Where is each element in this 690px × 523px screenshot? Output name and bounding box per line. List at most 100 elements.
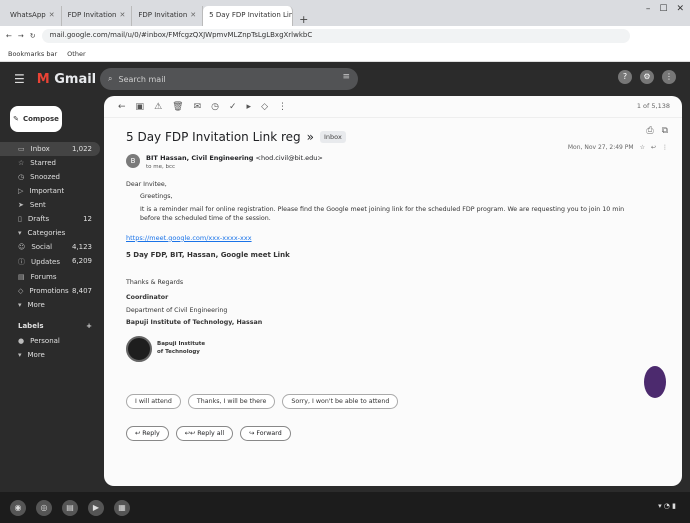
smart-reply-chip[interactable]: Sorry, I won't be able to attend xyxy=(282,394,399,409)
label-icon: ▷ xyxy=(18,187,24,195)
more-vert-icon[interactable]: ⋮ xyxy=(662,144,668,151)
sidebar-item-important[interactable]: ▷ Important xyxy=(0,184,100,198)
back-arrow-icon[interactable]: ← xyxy=(118,102,126,112)
system-tray[interactable]: ▾ ◔ ▮ xyxy=(658,502,676,510)
files-icon[interactable]: ▤ xyxy=(62,499,78,516)
close-icon[interactable]: ✕ xyxy=(190,11,196,26)
seal-line: of Technology xyxy=(157,348,200,355)
browser-tab-active[interactable]: 5 Day FDP Invitation Link reg...✕ xyxy=(203,6,294,26)
move-icon[interactable]: ▸ xyxy=(247,102,252,112)
back-icon[interactable]: ← xyxy=(6,32,12,40)
print-icon[interactable]: ⎙ xyxy=(646,126,653,136)
bookmarks-bar: Bookmarks bar Other xyxy=(0,46,690,62)
open-new-window-icon[interactable]: ⧉ xyxy=(662,126,668,136)
tab-label: FDP Invitation xyxy=(67,11,117,19)
meet-link[interactable]: https://meet.google.com/xxx-xxxx-xxx xyxy=(126,234,646,244)
star-icon[interactable]: ☆ xyxy=(640,144,645,151)
sidebar-item-inbox[interactable]: ▭ Inbox 1,022 xyxy=(0,142,100,156)
mark-unread-icon[interactable]: ✉ xyxy=(194,102,202,112)
nav-label: Social xyxy=(31,243,53,251)
snooze-icon[interactable]: ◷ xyxy=(211,102,219,112)
email-body: Dear Invitee, Greetings, It is a reminde… xyxy=(126,180,646,362)
sidebar-item-forums[interactable]: ▤ Forums xyxy=(0,270,100,284)
seal-line: Bapuji Institute xyxy=(157,341,206,348)
docs-icon[interactable]: ▦ xyxy=(114,499,130,516)
sidebar-item-sent[interactable]: ➤ Sent xyxy=(0,198,100,212)
play-store-icon[interactable]: ▶ xyxy=(88,499,104,516)
floating-assistant-button[interactable] xyxy=(644,366,666,398)
sidebar-item-snoozed[interactable]: ◷ Snoozed xyxy=(0,170,100,184)
browser-tab-bar: WhatsApp ✕ FDP Invitation ✕ FDP Invitation… xyxy=(0,0,690,26)
browser-tab[interactable]: WhatsApp ✕ xyxy=(4,6,62,26)
nav-count: 8,407 xyxy=(71,287,92,295)
importance-icon[interactable]: » xyxy=(307,130,314,144)
delete-icon[interactable]: 🗑 xyxy=(172,102,183,112)
nav-label: Drafts xyxy=(27,215,50,223)
settings-icon[interactable]: ⚙ xyxy=(640,70,654,84)
close-window-icon[interactable]: ✕ xyxy=(676,4,684,14)
label-icon[interactable]: ◇ xyxy=(261,102,268,112)
search-input[interactable]: ⌕ Search mail ≡ xyxy=(100,68,358,90)
add-task-icon[interactable]: ✓ xyxy=(229,102,237,112)
inbox-icon: ▭ xyxy=(18,145,25,153)
url-input[interactable]: mail.google.com/mail/u/0/#inbox/FMfcgzQX… xyxy=(41,29,630,43)
bookmark-item[interactable]: Bookmarks bar xyxy=(8,50,57,58)
sidebar-item-updates[interactable]: ⓘ Updates 6,209 xyxy=(0,254,100,270)
smart-reply-chip[interactable]: Thanks, I will be there xyxy=(187,394,276,409)
tab-label: 5 Day FDP Invitation Link reg... xyxy=(209,11,294,19)
sidebar-item-promotions[interactable]: ◇ Promotions 8,407 xyxy=(0,284,100,298)
minimize-icon[interactable]: – xyxy=(646,4,651,14)
browser-tab[interactable]: FDP Invitation ✕ xyxy=(62,6,133,26)
smart-replies: I will attend Thanks, I will be there So… xyxy=(126,394,399,409)
sender-name[interactable]: BIT Hassan, Civil Engineering xyxy=(146,154,253,162)
help-icon[interactable]: ? xyxy=(618,70,632,84)
menu-icon[interactable]: ☰ xyxy=(14,72,25,86)
close-icon[interactable]: ✕ xyxy=(49,11,55,26)
avatar[interactable]: B xyxy=(126,154,140,168)
filter-icon[interactable]: ≡ xyxy=(342,72,350,82)
new-tab-icon[interactable]: + xyxy=(293,13,314,26)
maximize-icon[interactable]: ☐ xyxy=(659,4,667,14)
reply-all-icon: ↩↩ xyxy=(184,430,198,437)
nav-label: Snoozed xyxy=(30,173,60,181)
message-pane: ← ▣ ⚠ 🗑 ✉ ◷ ✓ ▸ ◇ ⋮ 1 of 5,138 5 Day FDP… xyxy=(104,96,682,486)
more-vert-icon[interactable]: ⋮ xyxy=(278,102,287,112)
bookmark-item[interactable]: Other xyxy=(67,50,85,58)
close-icon[interactable]: ✕ xyxy=(120,11,126,26)
sidebar-label-item[interactable]: ● Personal xyxy=(0,334,100,348)
forward-button[interactable]: ↪ Forward xyxy=(240,426,291,441)
search-icon[interactable]: ⌕ xyxy=(108,74,112,84)
sidebar-item-starred[interactable]: ☆ Starred xyxy=(0,156,100,170)
sidebar-item-categories[interactable]: ▾ Categories xyxy=(0,226,100,240)
add-label-icon[interactable]: + xyxy=(86,322,92,330)
sender-block: B BIT Hassan, Civil Engineering <hod.civ… xyxy=(126,154,666,170)
archive-icon[interactable]: ▣ xyxy=(136,102,145,112)
smart-reply-chip[interactable]: I will attend xyxy=(126,394,181,409)
forward-icon[interactable]: → xyxy=(18,32,24,40)
more-icon: ▾ xyxy=(18,351,22,359)
draft-icon: ▯ xyxy=(18,215,22,223)
reply-button[interactable]: ↩ Reply xyxy=(126,426,169,441)
label-name: More xyxy=(27,351,45,359)
inbox-badge[interactable]: Inbox xyxy=(320,131,346,143)
compose-button[interactable]: ✎ Compose xyxy=(10,106,62,132)
sidebar-item-drafts[interactable]: ▯ Drafts 12 xyxy=(0,212,100,226)
sidebar-label-item[interactable]: ▾ More xyxy=(0,348,100,362)
reply-icon[interactable]: ↩ xyxy=(651,144,656,151)
sidebar-item-more[interactable]: ▾ More xyxy=(0,298,100,312)
sidebar-item-social[interactable]: ☺ Social 4,123 xyxy=(0,240,100,254)
reply-all-label: Reply all xyxy=(197,430,225,437)
reply-all-button[interactable]: ↩↩ Reply all xyxy=(175,426,234,441)
apps-icon[interactable]: ⋮ xyxy=(662,70,676,84)
logo-text: Gmail xyxy=(54,71,97,87)
launcher-icon[interactable]: ◉ xyxy=(10,499,26,516)
browser-tab[interactable]: FDP Invitation ✕ xyxy=(132,6,204,26)
spam-icon[interactable]: ⚠ xyxy=(154,102,162,112)
reload-icon[interactable]: ↻ xyxy=(30,32,36,40)
chrome-icon[interactable]: ◎ xyxy=(36,499,52,516)
labels-title: Labels xyxy=(18,322,44,330)
recipients-line[interactable]: to me, bcc xyxy=(146,164,323,170)
gmail-logo[interactable]: M Gmail xyxy=(37,72,96,87)
gmail-app: ☰ M Gmail ⌕ Search mail ≡ ? ⚙ ⋮ ✎ Compose… xyxy=(0,62,690,492)
reply-actions: ↩ Reply ↩↩ Reply all ↪ Forward xyxy=(126,426,291,441)
